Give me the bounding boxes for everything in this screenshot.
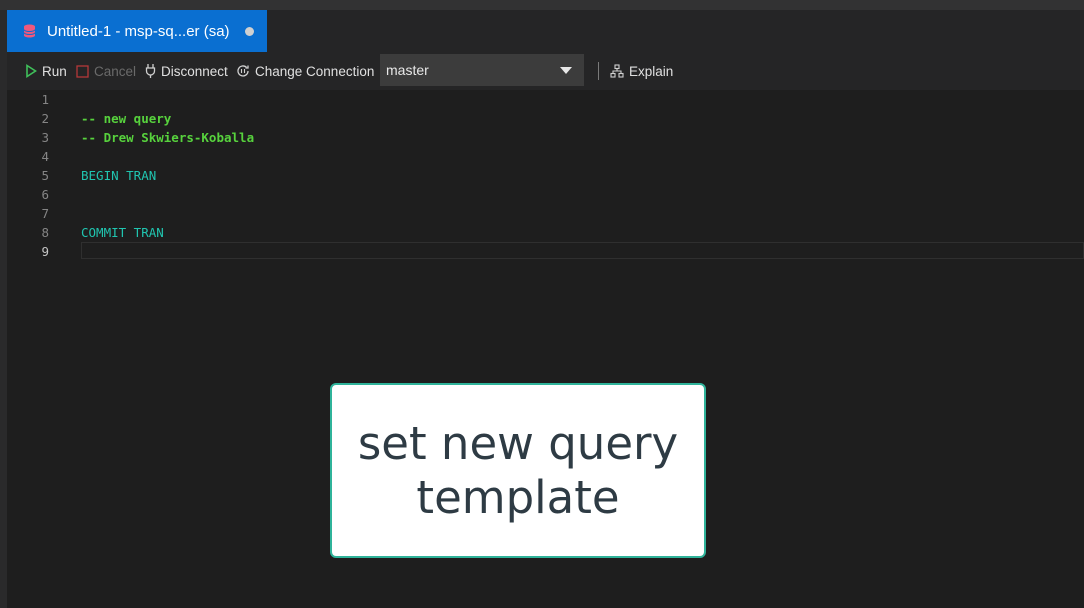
explain-button[interactable]: Explain <box>610 59 673 83</box>
line-number: 9 <box>41 244 49 259</box>
line-number: 2 <box>41 111 49 126</box>
tab-untitled-1[interactable]: Untitled-1 - msp-sq...er (sa) <box>7 10 267 52</box>
callout-line-1: set new query <box>357 416 679 470</box>
database-select[interactable]: master <box>380 54 584 86</box>
run-button[interactable]: Run <box>25 59 67 83</box>
chevron-down-icon <box>560 67 572 74</box>
code-line[interactable]: 6 <box>7 185 1084 204</box>
toolbar-divider <box>598 62 599 80</box>
code-line[interactable]: 3 -- Drew Skwiers-Koballa <box>7 128 1084 147</box>
code-text: -- Drew Skwiers-Koballa <box>81 130 255 145</box>
refresh-connection-icon <box>237 65 249 77</box>
disconnect-label: Disconnect <box>161 63 228 79</box>
code-text: COMMIT TRAN <box>81 225 164 240</box>
callout-line-2: template <box>416 470 620 524</box>
activity-bar-edge <box>0 10 7 608</box>
change-connection-button[interactable]: Change Connection <box>236 59 374 83</box>
tab-bar: Untitled-1 - msp-sq...er (sa) <box>7 10 1084 52</box>
unsaved-dot-icon[interactable] <box>245 27 254 36</box>
title-bar-strip <box>0 0 1084 10</box>
code-line[interactable]: 4 <box>7 147 1084 166</box>
cancel-label: Cancel <box>94 63 137 79</box>
code-line[interactable]: 8 COMMIT TRAN <box>7 223 1084 242</box>
tab-title: Untitled-1 - msp-sq...er (sa) <box>47 22 230 40</box>
code-text: BEGIN TRAN <box>81 168 157 183</box>
play-icon <box>26 64 37 78</box>
line-number: 8 <box>41 225 49 240</box>
code-line[interactable]: 2 -- new query <box>7 109 1084 128</box>
line-number: 1 <box>41 92 49 107</box>
database-icon <box>23 24 37 38</box>
annotation-callout: set new query template <box>330 383 706 558</box>
code-line[interactable]: 7 <box>7 204 1084 223</box>
line-number: 3 <box>41 130 49 145</box>
line-number: 6 <box>41 187 49 202</box>
explain-label: Explain <box>629 63 674 79</box>
change-connection-label: Change Connection <box>255 63 375 79</box>
code-line[interactable]: 1 <box>7 90 1084 109</box>
cancel-button[interactable]: Cancel <box>76 59 136 83</box>
query-toolbar: Run Cancel Disconnect Change Connection … <box>7 52 1084 90</box>
database-select-value: master <box>386 62 429 78</box>
stop-icon <box>76 64 89 78</box>
code-line[interactable]: 5 BEGIN TRAN <box>7 166 1084 185</box>
line-number: 4 <box>41 149 49 164</box>
line-number: 7 <box>41 206 49 221</box>
code-text: -- new query <box>81 111 172 126</box>
disconnect-button[interactable]: Disconnect <box>145 59 228 83</box>
plug-icon <box>145 64 156 78</box>
line-number: 5 <box>41 168 49 183</box>
code-line[interactable]: 9 <box>7 242 1084 261</box>
callout-text: set new query template <box>358 417 678 525</box>
hierarchy-icon <box>610 64 624 78</box>
run-label: Run <box>42 63 67 79</box>
